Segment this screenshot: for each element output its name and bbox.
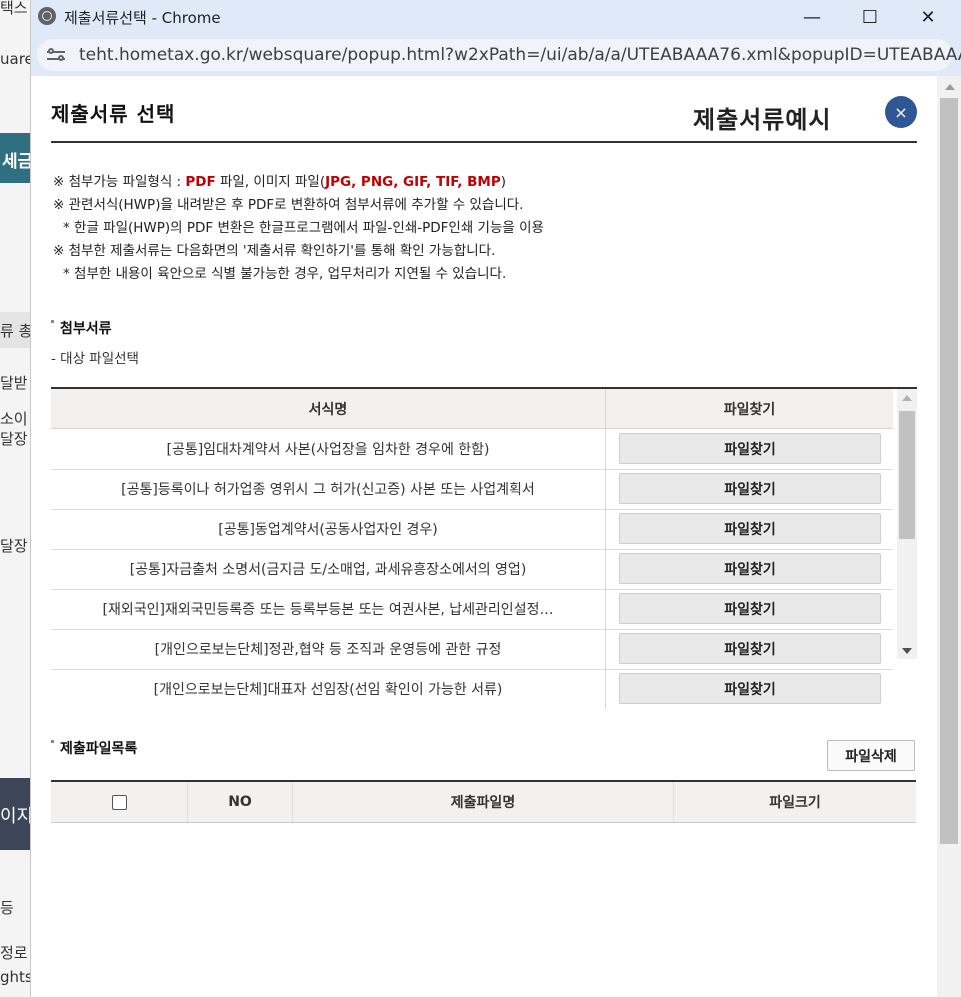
chrome-globe-icon (38, 7, 56, 25)
bg-fragment: uare (0, 50, 34, 68)
popup-title: 제출서류 선택 (51, 102, 176, 126)
site-settings-icon[interactable] (47, 47, 65, 63)
bg-fragment: 세금 (2, 152, 34, 172)
scrollbar-thumb[interactable] (899, 411, 915, 539)
chrome-popup-window: 제출서류선택 - Chrome — ☐ ✕ teht.hometax.go.kr… (30, 0, 961, 997)
form-name: [재외국인]재외국민등록증 또는 등록부등본 또는 여권사본, 납세관리인설정… (102, 601, 554, 618)
col-file-name: 제출파일명 (293, 782, 674, 822)
url-text: teht.hometax.go.kr/websquare/popup.html?… (79, 45, 961, 65)
scroll-down-arrow-icon[interactable] (902, 648, 912, 654)
bg-fragment: 달장 (0, 537, 28, 555)
scrollbar-thumb[interactable] (940, 98, 958, 844)
table-row: [개인으로보는단체]대표자 선임장(선임 확인이 가능한 서류) 파일찾기 (51, 669, 893, 709)
table-scrollbar[interactable] (897, 389, 917, 659)
select-all-cell (51, 782, 188, 822)
form-name: [공통]동업계약서(공동사업자인 경우) (218, 521, 438, 538)
find-file-button[interactable]: 파일찾기 (619, 593, 881, 624)
bg-fragment: 등 (0, 899, 14, 917)
notice-hwp-convert: * 한글 파일(HWP)의 PDF 변환은 한글프로그램에서 파일-인쇄-PDF… (63, 220, 544, 236)
address-bar: teht.hometax.go.kr/websquare/popup.html?… (31, 34, 961, 76)
minimize-button[interactable]: — (783, 0, 841, 34)
col-no: NO (188, 782, 293, 822)
maximize-button[interactable]: ☐ (841, 0, 899, 34)
bg-fragment: 달장 (0, 430, 28, 448)
popup-close-button[interactable]: × (885, 96, 917, 128)
form-name: [개인으로보는단체]대표자 선임장(선임 확인이 가능한 서류) (153, 681, 503, 698)
table-header: 서식명 파일찾기 (51, 389, 893, 429)
bg-fragment: ghts (0, 968, 33, 986)
find-file-button[interactable]: 파일찾기 (619, 673, 881, 704)
bg-fragment: 이지 (0, 806, 34, 827)
form-name: [공통]자금출처 소명서(금지금 도/소매업, 과세유흥장소에서의 영업) (129, 561, 527, 578)
table-row: [개인으로보는단체]정관,협약 등 조직과 운영등에 관한 규정 파일찾기 (51, 629, 893, 670)
window-close-button[interactable]: ✕ (899, 0, 957, 34)
files-section-title: 제출파일목록 (51, 738, 137, 758)
file-list-header: NO 제출파일명 파일크기 (51, 780, 916, 823)
bg-fragment: 류 총 (0, 322, 33, 340)
window-titlebar[interactable]: 제출서류선택 - Chrome — ☐ ✕ (31, 0, 961, 34)
table-row: [재외국인]재외국민등록증 또는 등록부등본 또는 여권사본, 납세관리인설정…… (51, 589, 893, 630)
attachment-table: 서식명 파일찾기 [공통]임대차계약서 사본(사업장을 임차한 경우에 한함) … (51, 387, 917, 709)
table-row: [공통]등록이나 허가업종 영위시 그 허가(신고증) 사본 또는 사업계획서 … (51, 469, 893, 510)
find-file-button[interactable]: 파일찾기 (619, 473, 881, 504)
form-name: [공통]등록이나 허가업종 영위시 그 허가(신고증) 사본 또는 사업계획서 (121, 481, 535, 498)
close-icon: × (894, 102, 908, 122)
scroll-up-arrow-icon[interactable] (902, 395, 912, 401)
bg-fragment: 소이 (0, 410, 28, 428)
table-row: [공통]동업계약서(공동사업자인 경우) 파일찾기 (51, 509, 893, 550)
form-name: [공통]임대차계약서 사본(사업장을 임차한 경우에 한함) (166, 441, 490, 458)
notice-legibility: * 첨부한 내용이 육안으로 식별 불가능한 경우, 업무처리가 지연될 수 있… (63, 266, 507, 282)
select-all-checkbox[interactable] (111, 794, 127, 810)
sample-documents-link[interactable]: 제출서류예시 (693, 100, 831, 135)
delete-file-button[interactable]: 파일삭제 (827, 740, 915, 771)
form-name: [개인으로보는단체]정관,협약 등 조직과 운영등에 관한 규정 (154, 641, 502, 658)
notice-hwp: ※ 관련서식(HWP)을 내려받은 후 PDF로 변환하여 첨부서류에 추가할 … (53, 197, 524, 213)
find-file-button[interactable]: 파일찾기 (619, 553, 881, 584)
popup-scrollbar[interactable] (937, 76, 961, 997)
col-form-name: 서식명 (308, 401, 348, 418)
title-divider (51, 141, 917, 143)
url-field[interactable]: teht.hometax.go.kr/websquare/popup.html?… (37, 39, 961, 71)
popup-content: 제출서류 선택 제출서류예시 × ※ 첨부가능 파일형식 : PDF 파일, 이… (31, 76, 961, 997)
find-file-button[interactable]: 파일찾기 (619, 513, 881, 544)
notice-file-types: ※ 첨부가능 파일형식 : PDF 파일, 이미지 파일(JPG, PNG, G… (53, 174, 507, 190)
table-row: [공통]임대차계약서 사본(사업장을 임차한 경우에 한함) 파일찾기 (51, 429, 893, 470)
attach-sub-title: - 대상 파일선택 (51, 351, 139, 367)
notice-confirm: ※ 첨부한 제출서류는 다음화면의 '제출서류 확인하기'를 통해 확인 가능합… (53, 243, 496, 259)
col-file-find: 파일찾기 (723, 401, 776, 418)
table-row: [공통]자금출처 소명서(금지금 도/소매업, 과세유흥장소에서의 영업) 파일… (51, 549, 893, 590)
col-file-size: 파일크기 (769, 795, 821, 811)
bg-fragment: 달받 (0, 374, 28, 392)
scroll-up-arrow-icon[interactable] (945, 84, 955, 90)
window-title: 제출서류선택 - Chrome (64, 9, 221, 27)
find-file-button[interactable]: 파일찾기 (619, 433, 881, 464)
find-file-button[interactable]: 파일찾기 (619, 633, 881, 664)
attach-section-title: 첨부서류 (51, 318, 112, 338)
